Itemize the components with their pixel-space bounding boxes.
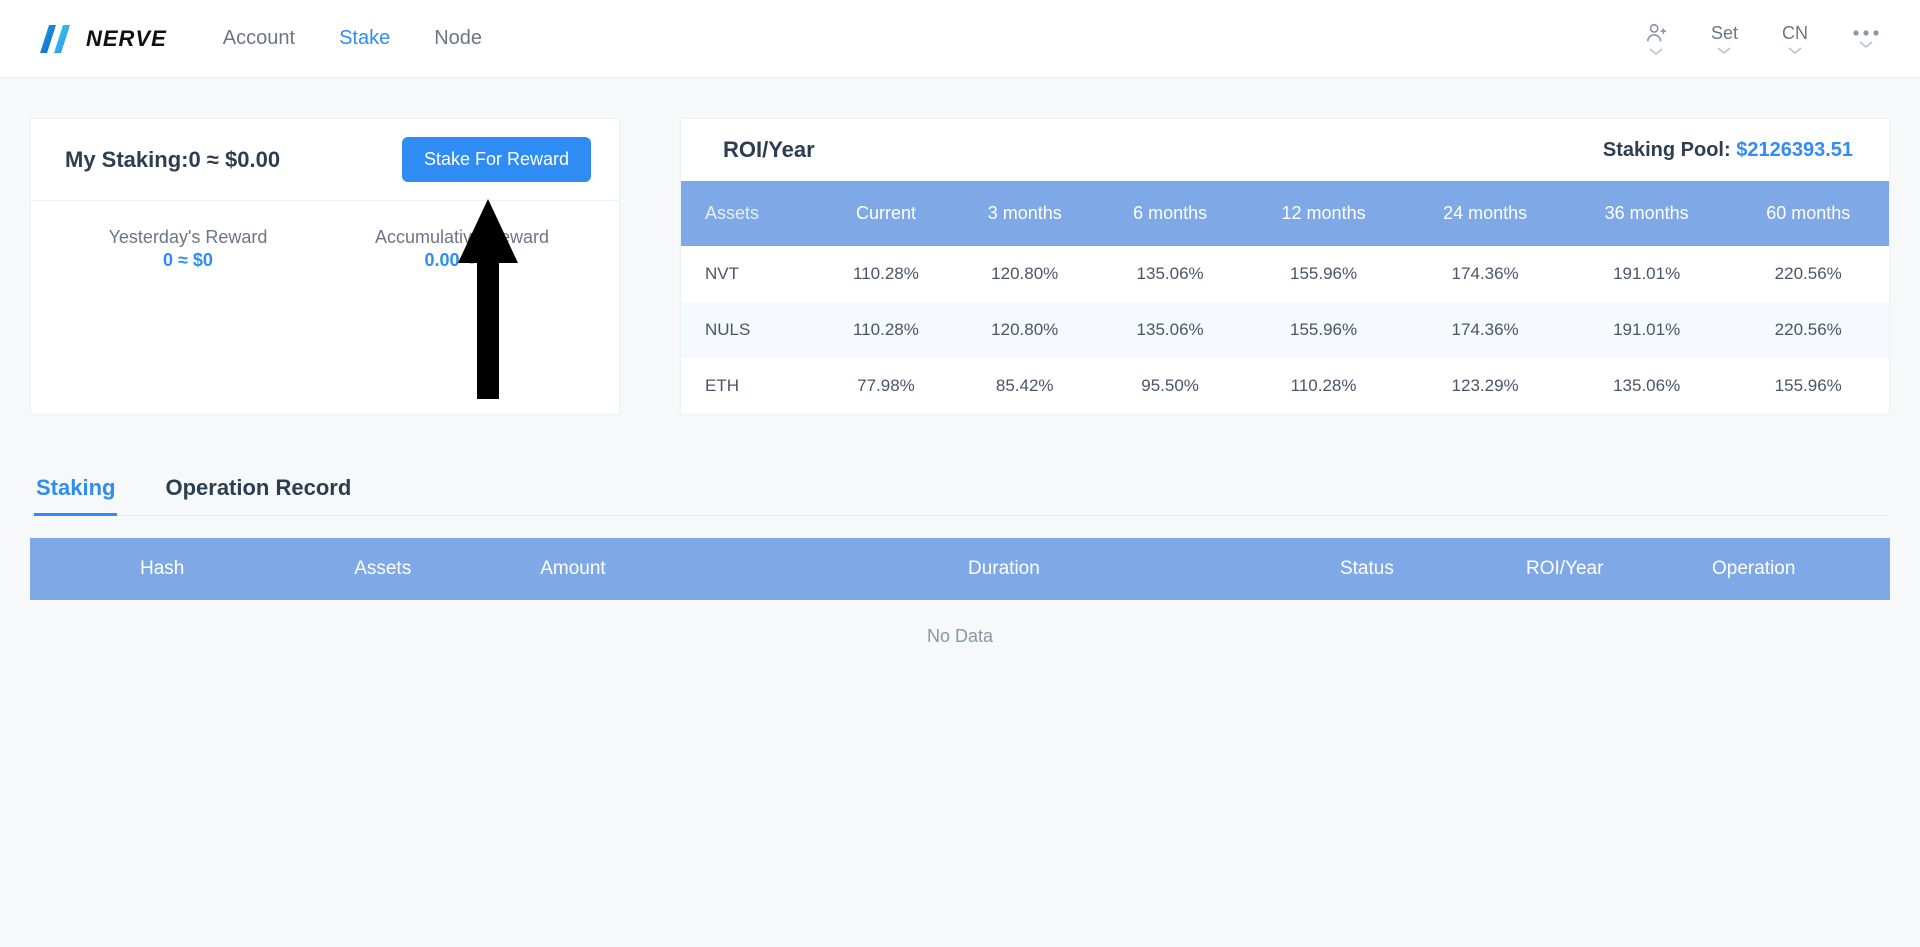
staking-pool-value: $2126393.51 bbox=[1736, 139, 1853, 161]
yesterday-reward-label: Yesterday's Reward bbox=[51, 227, 325, 248]
roi-cell-value: 110.28% bbox=[820, 302, 952, 358]
more-menu[interactable] bbox=[1852, 29, 1880, 49]
nav-links: Account Stake Node bbox=[223, 27, 482, 50]
staking-pool: Staking Pool: $2126393.51 bbox=[1603, 139, 1853, 162]
roi-cell-value: 135.06% bbox=[1566, 358, 1728, 414]
nav-link-account[interactable]: Account bbox=[223, 27, 295, 50]
roi-col-current: Current bbox=[820, 181, 952, 246]
logo[interactable]: NERVE bbox=[40, 25, 167, 53]
roi-col-60m: 60 months bbox=[1727, 181, 1889, 246]
my-staking-title: My Staking:0 ≈ $0.00 bbox=[65, 147, 280, 173]
roi-card: ROI/Year Staking Pool: $2126393.51 Asset… bbox=[680, 118, 1890, 415]
roi-header: ROI/Year Staking Pool: $2126393.51 bbox=[681, 119, 1889, 181]
staking-table-header-row: Hash Assets Amount Duration Status ROI/Y… bbox=[30, 538, 1890, 600]
chevron-down-icon bbox=[1649, 48, 1663, 56]
stake-for-reward-button[interactable]: Stake For Reward bbox=[402, 137, 591, 182]
roi-cell-value: 155.96% bbox=[1243, 302, 1405, 358]
tabs-row: Staking Operation Record bbox=[30, 465, 1890, 516]
chevron-down-icon bbox=[1717, 47, 1731, 55]
nav-link-stake[interactable]: Stake bbox=[339, 27, 390, 50]
logo-icon bbox=[40, 25, 76, 53]
staking-table: Hash Assets Amount Duration Status ROI/Y… bbox=[30, 538, 1890, 600]
roi-col-36m: 36 months bbox=[1566, 181, 1728, 246]
chevron-down-icon bbox=[1859, 41, 1873, 49]
roi-table: Assets Current 3 months 6 months 12 mont… bbox=[681, 181, 1889, 414]
yesterday-reward-value: 0 ≈ $0 bbox=[51, 250, 325, 271]
roi-cell-value: 155.96% bbox=[1727, 358, 1889, 414]
chevron-down-icon bbox=[1788, 47, 1802, 55]
roi-cell-value: 110.28% bbox=[1243, 358, 1405, 414]
roi-title: ROI/Year bbox=[723, 137, 815, 163]
logo-text: NERVE bbox=[86, 26, 167, 52]
account-menu[interactable] bbox=[1645, 22, 1667, 56]
roi-cell-value: 95.50% bbox=[1097, 358, 1242, 414]
roi-cell-value: 120.80% bbox=[952, 302, 1097, 358]
roi-cell-value: 123.29% bbox=[1404, 358, 1566, 414]
roi-cell-value: 135.06% bbox=[1097, 246, 1242, 302]
roi-cell-asset: NVT bbox=[681, 246, 820, 302]
stk-col-hash: Hash bbox=[30, 538, 346, 600]
stk-col-roi: ROI/Year bbox=[1518, 538, 1704, 600]
roi-col-3m: 3 months bbox=[952, 181, 1097, 246]
roi-cell-value: 220.56% bbox=[1727, 302, 1889, 358]
stk-col-amount: Amount bbox=[532, 538, 960, 600]
roi-table-header-row: Assets Current 3 months 6 months 12 mont… bbox=[681, 181, 1889, 246]
yesterday-reward: Yesterday's Reward 0 ≈ $0 bbox=[51, 227, 325, 271]
roi-table-row: ETH77.98%85.42%95.50%110.28%123.29%135.0… bbox=[681, 358, 1889, 414]
roi-cell-value: 220.56% bbox=[1727, 246, 1889, 302]
roi-cell-value: 85.42% bbox=[952, 358, 1097, 414]
tab-staking[interactable]: Staking bbox=[34, 465, 117, 516]
roi-cell-value: 174.36% bbox=[1404, 246, 1566, 302]
roi-col-assets: Assets bbox=[681, 181, 820, 246]
roi-table-row: NVT110.28%120.80%135.06%155.96%174.36%19… bbox=[681, 246, 1889, 302]
roi-cell-asset: ETH bbox=[681, 358, 820, 414]
roi-cell-value: 174.36% bbox=[1404, 302, 1566, 358]
roi-cell-value: 135.06% bbox=[1097, 302, 1242, 358]
roi-cell-value: 77.98% bbox=[820, 358, 952, 414]
roi-cell-value: 155.96% bbox=[1243, 246, 1405, 302]
roi-cell-asset: NULS bbox=[681, 302, 820, 358]
my-staking-header: My Staking:0 ≈ $0.00 Stake For Reward bbox=[31, 119, 619, 201]
accumulative-reward-label: Accumulative Reward bbox=[325, 227, 599, 248]
settings-label: Set bbox=[1711, 23, 1738, 43]
my-staking-card: My Staking:0 ≈ $0.00 Stake For Reward Ye… bbox=[30, 118, 620, 415]
language-label: CN bbox=[1782, 23, 1808, 43]
stk-col-operation: Operation bbox=[1704, 538, 1890, 600]
language-menu[interactable]: CN bbox=[1782, 23, 1808, 55]
nav-right: Set CN bbox=[1645, 22, 1880, 56]
stk-col-duration: Duration bbox=[960, 538, 1332, 600]
roi-cell-value: 191.01% bbox=[1566, 246, 1728, 302]
settings-menu[interactable]: Set bbox=[1711, 23, 1738, 55]
staking-pool-label: Staking Pool: bbox=[1603, 139, 1736, 161]
user-icon bbox=[1645, 22, 1667, 44]
nav-link-node[interactable]: Node bbox=[434, 27, 482, 50]
top-nav: NERVE Account Stake Node Set CN bbox=[0, 0, 1920, 78]
stk-col-assets: Assets bbox=[346, 538, 532, 600]
staking-table-empty: No Data bbox=[30, 600, 1890, 657]
roi-cell-value: 110.28% bbox=[820, 246, 952, 302]
tab-operation-record[interactable]: Operation Record bbox=[163, 465, 353, 516]
accumulative-reward: Accumulative Reward 0.00 ≈ $0 bbox=[325, 227, 599, 271]
top-cards-row: My Staking:0 ≈ $0.00 Stake For Reward Ye… bbox=[30, 118, 1890, 415]
stk-col-status: Status bbox=[1332, 538, 1518, 600]
rewards-row: Yesterday's Reward 0 ≈ $0 Accumulative R… bbox=[31, 201, 619, 271]
roi-cell-value: 191.01% bbox=[1566, 302, 1728, 358]
roi-col-12m: 12 months bbox=[1243, 181, 1405, 246]
more-icon bbox=[1852, 29, 1880, 37]
roi-cell-value: 120.80% bbox=[952, 246, 1097, 302]
roi-col-24m: 24 months bbox=[1404, 181, 1566, 246]
roi-table-row: NULS110.28%120.80%135.06%155.96%174.36%1… bbox=[681, 302, 1889, 358]
main-content: My Staking:0 ≈ $0.00 Stake For Reward Ye… bbox=[0, 78, 1920, 717]
accumulative-reward-value: 0.00 ≈ $0 bbox=[325, 250, 599, 271]
roi-col-6m: 6 months bbox=[1097, 181, 1242, 246]
